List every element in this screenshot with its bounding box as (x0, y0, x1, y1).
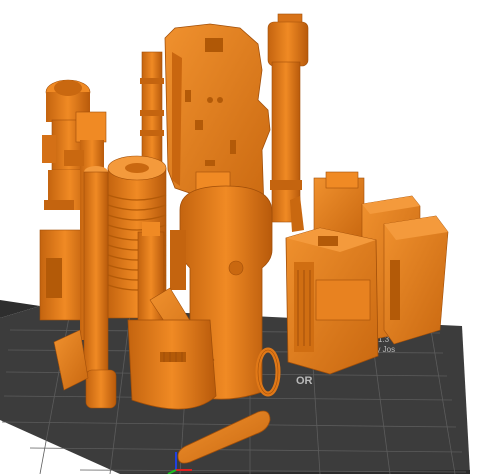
model-front-box[interactable] (285, 227, 379, 375)
model-thin-pole[interactable] (140, 51, 164, 173)
model-tall-cylinder[interactable] (267, 13, 309, 223)
3d-viewport[interactable]: OR 1.3 by Jos (0, 0, 480, 474)
bed-origin-label: OR (296, 375, 313, 387)
model-right-block-b[interactable] (383, 215, 449, 345)
scene-canvas[interactable]: OR 1.3 by Jos (0, 0, 480, 474)
